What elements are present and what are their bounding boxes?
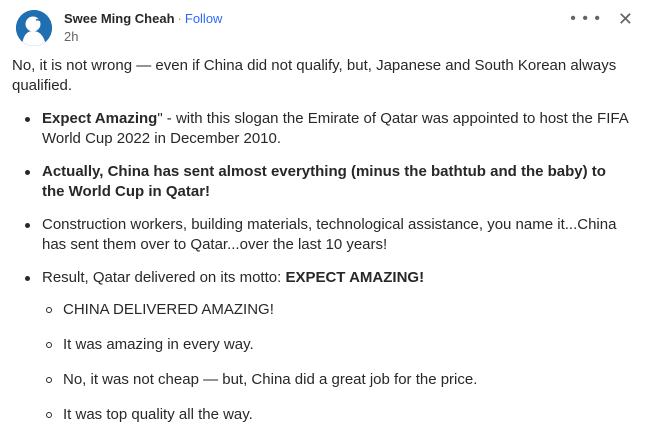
- answer-post: Swee Ming Cheah · Follow 2h • • • ✕ No, it…: [0, 0, 649, 425]
- separator-dot: ·: [177, 11, 182, 26]
- author-meta: Swee Ming Cheah · Follow 2h: [64, 11, 222, 45]
- more-options-icon[interactable]: • • •: [570, 10, 601, 28]
- bold-text: Expect Amazing: [42, 110, 158, 127]
- list-item: Result, Qatar delivered on its motto: EX…: [25, 268, 632, 425]
- sub-list-item: CHINA DELIVERED AMAZING!: [46, 300, 632, 320]
- bold-text: EXPECT AMAZING!: [285, 269, 425, 286]
- close-icon[interactable]: ✕: [618, 9, 633, 30]
- list-item: Construction workers, building materials…: [25, 215, 632, 255]
- sub-list-item: No, it was not cheap — but, China did a …: [46, 370, 632, 390]
- sub-list-item: It was top quality all the way.: [46, 405, 632, 425]
- post-content: No, it is not wrong — even if China did …: [12, 56, 632, 440]
- avatar[interactable]: [16, 10, 52, 46]
- list-item: Expect Amazing" - with this slogan the E…: [25, 109, 632, 149]
- post-header: Swee Ming Cheah · Follow 2h: [16, 9, 222, 47]
- avatar-silhouette-icon: [16, 10, 52, 46]
- bold-text: Actually, China has sent almost everythi…: [42, 163, 606, 200]
- sub-list-item: It was amazing in every way.: [46, 335, 632, 355]
- follow-button[interactable]: Follow: [185, 11, 223, 26]
- intro-paragraph: No, it is not wrong — even if China did …: [12, 57, 617, 94]
- bullet-list: Expect Amazing" - with this slogan the E…: [12, 109, 632, 425]
- sub-list: CHINA DELIVERED AMAZING! It was amazing …: [42, 300, 632, 425]
- item-text: Construction workers, building materials…: [42, 216, 617, 253]
- post-timestamp: 2h: [64, 29, 79, 44]
- list-item: Actually, China has sent almost everythi…: [25, 162, 632, 202]
- item-text: Result, Qatar delivered on its motto:: [42, 269, 286, 286]
- author-name[interactable]: Swee Ming Cheah: [64, 11, 175, 26]
